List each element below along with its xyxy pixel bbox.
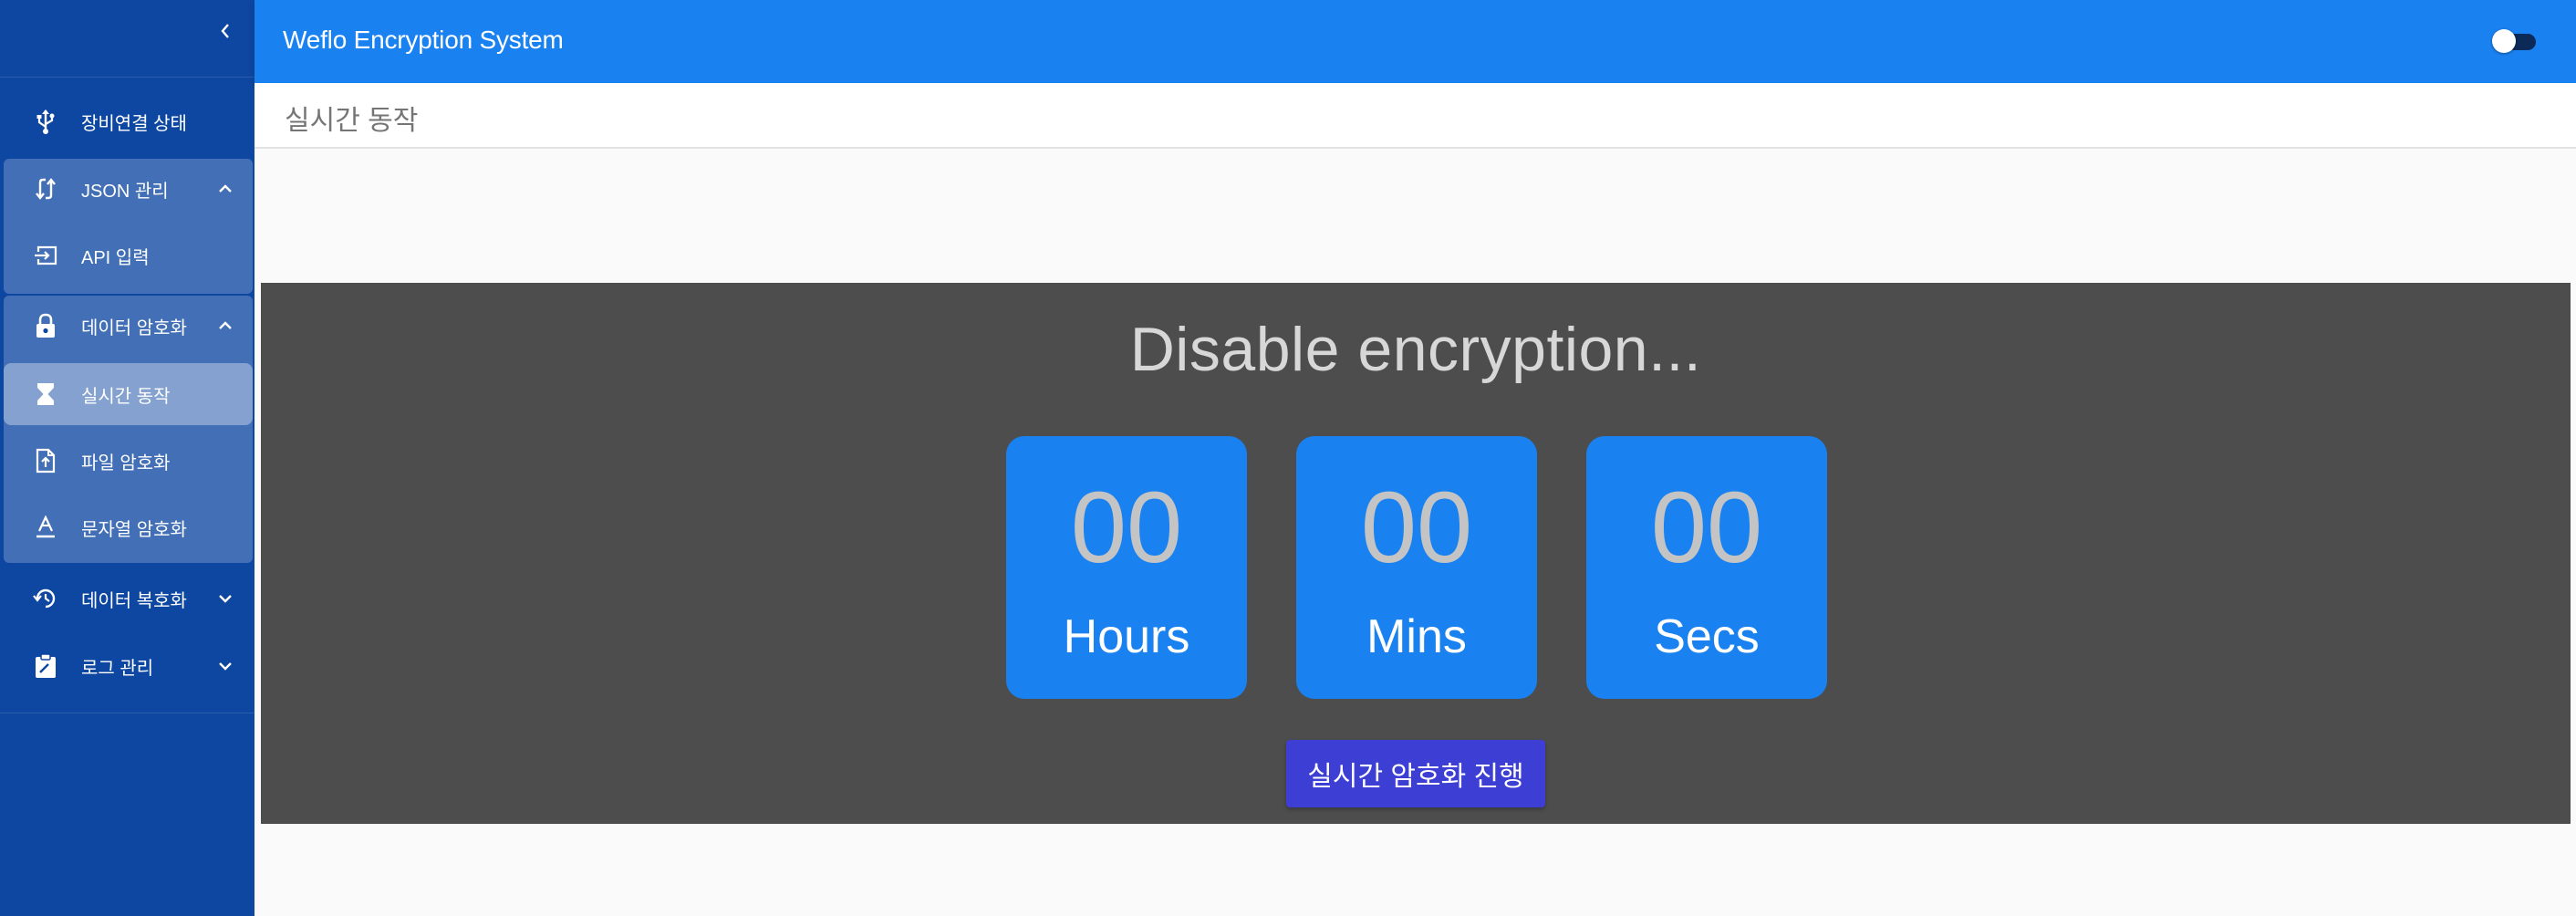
chevron-down-icon (216, 657, 234, 675)
secs-tile: 00 Secs (1586, 436, 1827, 699)
hours-label: Hours (1063, 610, 1190, 663)
secs-label: Secs (1654, 610, 1760, 663)
chevron-up-icon (216, 317, 234, 335)
breadcrumb: 실시간 동작 (254, 83, 2576, 149)
hours-value: 00 (1070, 472, 1183, 584)
restore-icon (32, 585, 59, 612)
app-bar: Weflo Encryption System (254, 0, 2576, 83)
theme-toggle[interactable] (2492, 29, 2538, 53)
toggle-thumb (2492, 29, 2516, 53)
text-format-icon (32, 514, 59, 541)
secs-value: 00 (1650, 472, 1763, 584)
swap-arrows-icon (32, 175, 59, 203)
hours-tile: 00 Hours (1006, 436, 1247, 699)
sidebar-item-label: 파일 암호화 (81, 453, 171, 474)
app-title: Weflo Encryption System (283, 26, 564, 54)
sidebar-item-label: 로그 관리 (81, 658, 154, 679)
sidebar-divider (0, 77, 254, 78)
chevron-down-icon (216, 589, 234, 608)
sidebar-item-data-encryption[interactable]: 데이터 암호화 (0, 293, 254, 359)
sidebar-item-label: 실시간 동작 (81, 386, 171, 407)
mins-value: 00 (1360, 472, 1473, 584)
sidebar-item-label: JSON 관리 (81, 181, 169, 202)
sidebar-item-json[interactable]: JSON 관리 (0, 156, 254, 222)
mins-tile: 00 Mins (1296, 436, 1537, 699)
sidebar-item-realtime[interactable]: 실시간 동작 (0, 361, 254, 427)
mins-label: Mins (1366, 610, 1467, 663)
breadcrumb-current: 실시간 동작 (285, 106, 419, 136)
sidebar-item-label: API 입력 (81, 247, 150, 268)
chevron-up-icon (216, 180, 234, 198)
usb-icon (32, 108, 59, 135)
sidebar-item-label: 데이터 복호화 (81, 590, 187, 611)
login-icon (32, 242, 59, 269)
chevron-left-icon (221, 24, 229, 38)
lock-icon (32, 312, 59, 339)
sidebar-item-api-input[interactable]: API 입력 (0, 223, 254, 288)
sidebar-item-label: 장비연결 상태 (81, 113, 187, 134)
start-realtime-encryption-button[interactable]: 실시간 암호화 진행 (1286, 740, 1545, 807)
sidebar-item-string-encryption[interactable]: 문자열 암호화 (0, 494, 254, 560)
sidebar-item-device-status[interactable]: 장비연결 상태 (0, 88, 254, 154)
realtime-panel: Disable encryption... 00 Hours 00 Mins 0… (261, 283, 2571, 824)
collapse-sidebar-button[interactable] (216, 20, 234, 42)
hourglass-icon (32, 380, 59, 408)
sidebar-item-data-decryption[interactable]: 데이터 복호화 (0, 566, 254, 631)
sidebar-item-log[interactable]: 로그 관리 (0, 633, 254, 699)
status-heading: Disable encryption... (1129, 315, 1702, 384)
file-upload-icon (32, 447, 59, 474)
sidebar-item-file-encryption[interactable]: 파일 암호화 (0, 428, 254, 494)
sidebar: 장비연결 상태 JSON 관리 API 입력 데이터 암호화 실시간 동작 파일… (0, 0, 254, 916)
clipboard-icon (32, 652, 59, 680)
sidebar-item-label: 데이터 암호화 (81, 317, 187, 338)
sidebar-item-label: 문자열 암호화 (81, 519, 187, 540)
